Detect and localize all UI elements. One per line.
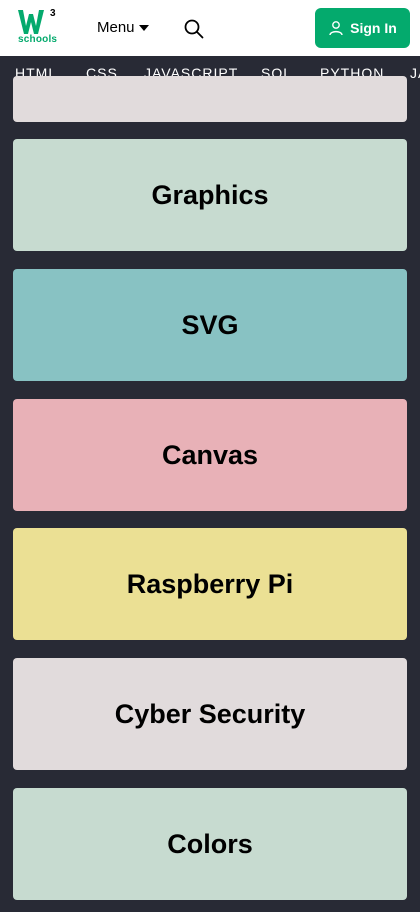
topic-card-canvas[interactable]: Canvas	[13, 399, 407, 511]
topic-card-colors[interactable]: Colors	[13, 788, 407, 900]
topic-card-svg[interactable]: SVG	[13, 269, 407, 381]
caret-down-icon	[138, 25, 149, 31]
topic-card-cyber-security[interactable]: Cyber Security	[13, 658, 407, 770]
topic-card-raspberry-pi[interactable]: Raspberry Pi	[13, 528, 407, 640]
sign-in-button[interactable]: Sign In	[315, 8, 410, 48]
search-icon[interactable]	[183, 18, 205, 40]
nav-item-java[interactable]: JA	[410, 65, 420, 81]
topic-card[interactable]	[13, 76, 407, 122]
logo-text: schools	[18, 34, 58, 45]
logo-superscript: 3	[50, 8, 56, 19]
topic-card-graphics[interactable]: Graphics	[13, 139, 407, 251]
user-icon	[329, 21, 343, 36]
sign-in-label: Sign In	[350, 20, 397, 36]
menu-button[interactable]: Menu	[97, 19, 149, 36]
menu-label: Menu	[97, 19, 135, 36]
top-header: 3 schools Menu Sign In	[0, 0, 420, 56]
